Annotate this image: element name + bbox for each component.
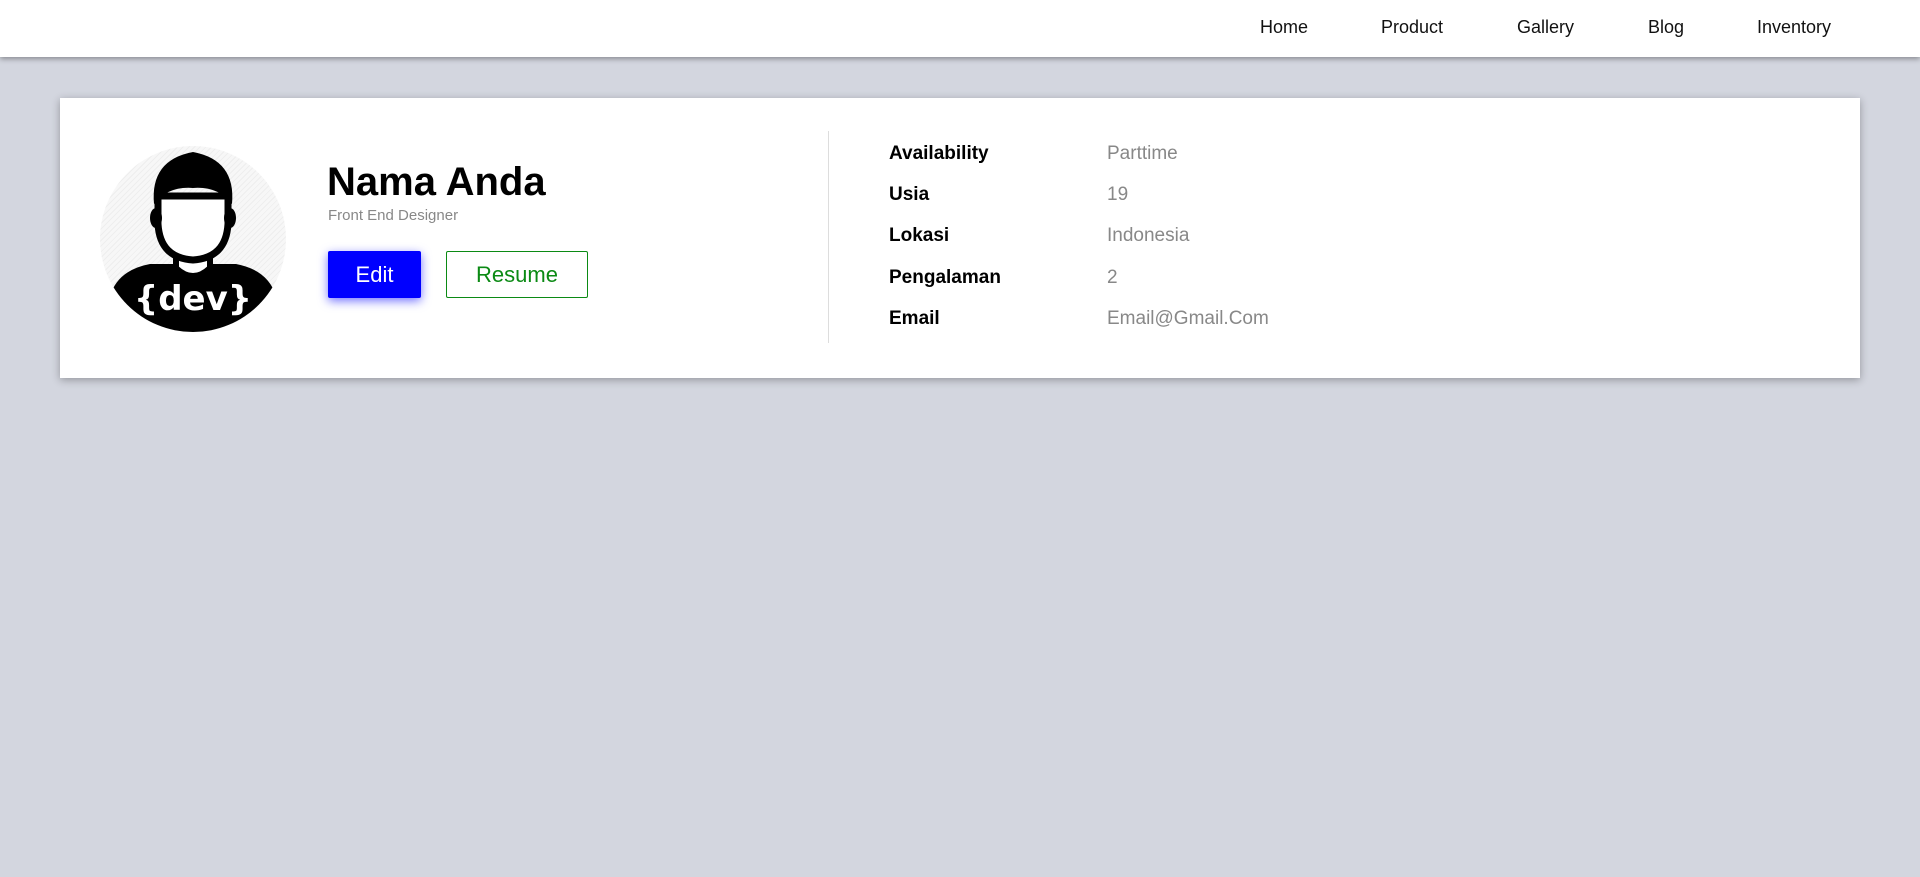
detail-label: Email <box>889 308 940 329</box>
nav-blog-link[interactable]: Blog <box>1648 17 1684 38</box>
edit-button[interactable]: Edit <box>328 251 421 298</box>
profile-card: {dev} Nama Anda Front End Designer Edit … <box>60 98 1860 378</box>
detail-value: Parttime <box>1107 143 1178 164</box>
nav-product-link[interactable]: Product <box>1381 17 1443 38</box>
detail-label: Usia <box>889 184 930 205</box>
profile-name: Nama Anda <box>327 160 546 204</box>
detail-value: 19 <box>1107 184 1129 205</box>
detail-value: Indonesia <box>1107 225 1190 246</box>
detail-label: Availability <box>889 143 989 164</box>
top-navbar: Home Product Gallery Blog Inventory <box>0 0 1920 57</box>
nav-home-link[interactable]: Home <box>1260 17 1308 38</box>
profile-role: Front End Designer <box>328 207 459 224</box>
nav-gallery-link[interactable]: Gallery <box>1517 17 1574 38</box>
detail-value: Email@Gmail.Com <box>1107 308 1269 329</box>
svg-text:{dev}: {dev} <box>134 279 252 319</box>
avatar-illustration: {dev} <box>108 152 278 332</box>
detail-label: Pengalaman <box>889 267 1001 288</box>
vertical-divider <box>828 131 829 343</box>
detail-label: Lokasi <box>889 225 950 246</box>
developer-avatar-icon: {dev} <box>100 146 286 332</box>
resume-button[interactable]: Resume <box>446 251 588 298</box>
detail-value: 2 <box>1107 267 1118 288</box>
nav-inventory-link[interactable]: Inventory <box>1757 17 1831 38</box>
